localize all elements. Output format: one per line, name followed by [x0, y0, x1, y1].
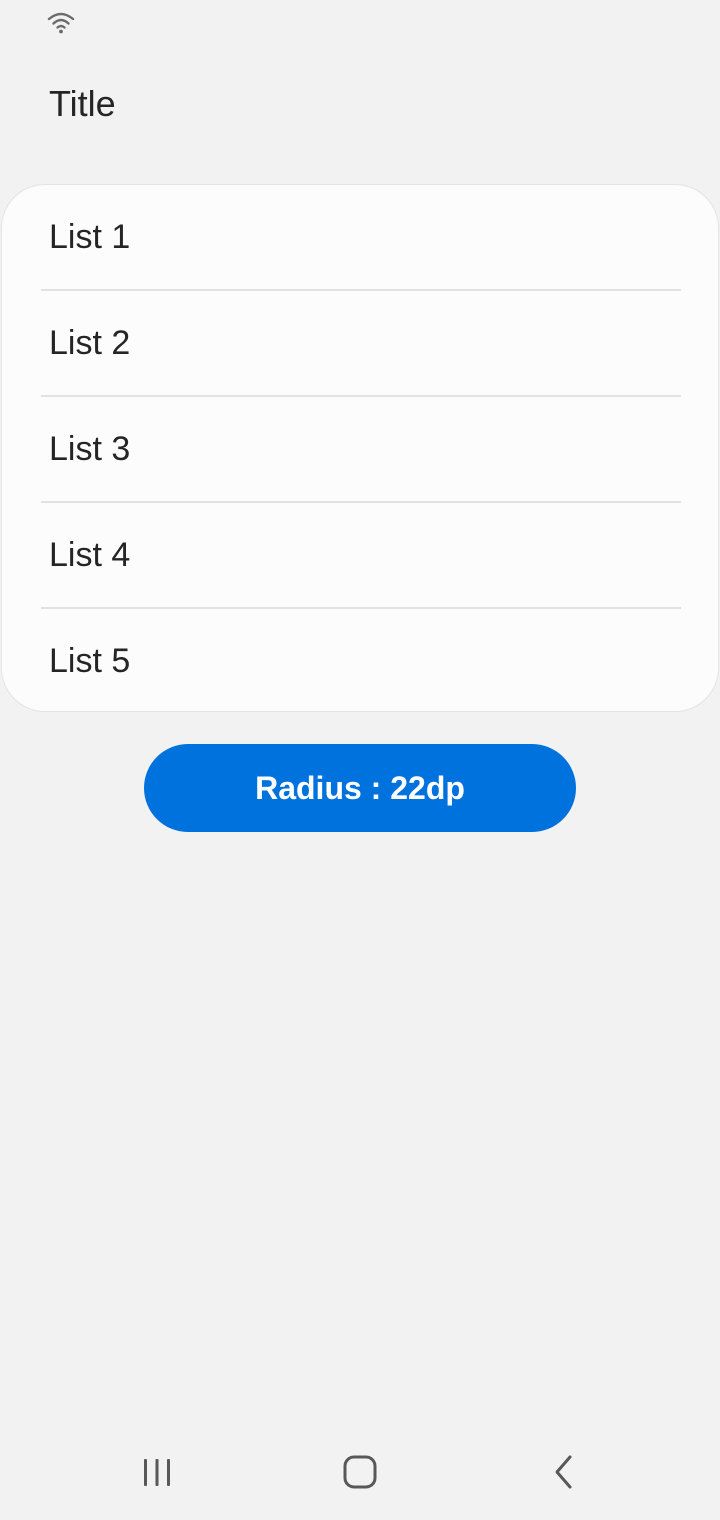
status-bar	[0, 0, 720, 48]
list-item-label: List 4	[49, 536, 131, 574]
home-icon	[343, 1455, 377, 1489]
list-item-1[interactable]: List 1	[2, 185, 720, 291]
navigation-bar	[0, 1424, 720, 1520]
recent-apps-button[interactable]	[97, 1424, 217, 1520]
back-icon	[555, 1455, 572, 1489]
radius-button[interactable]: Radius : 22dp	[144, 744, 576, 832]
list-item-label: List 2	[49, 324, 131, 362]
list-item-3[interactable]: List 3	[2, 397, 720, 503]
list-item-2[interactable]: List 2	[2, 291, 720, 397]
list-card: List 1 List 2 List 3 List 4 List 5	[1, 184, 719, 712]
recent-apps-icon	[144, 1459, 170, 1486]
wifi-icon	[47, 12, 75, 34]
home-button[interactable]	[300, 1424, 420, 1520]
back-button[interactable]	[504, 1424, 624, 1520]
page-title: Title	[49, 83, 116, 124]
list-item-5[interactable]: List 5	[2, 609, 720, 715]
list-item-label: List 5	[49, 642, 131, 680]
list-item-label: List 1	[49, 218, 131, 256]
list-item-4[interactable]: List 4	[2, 503, 720, 609]
list-item-label: List 3	[49, 430, 131, 468]
